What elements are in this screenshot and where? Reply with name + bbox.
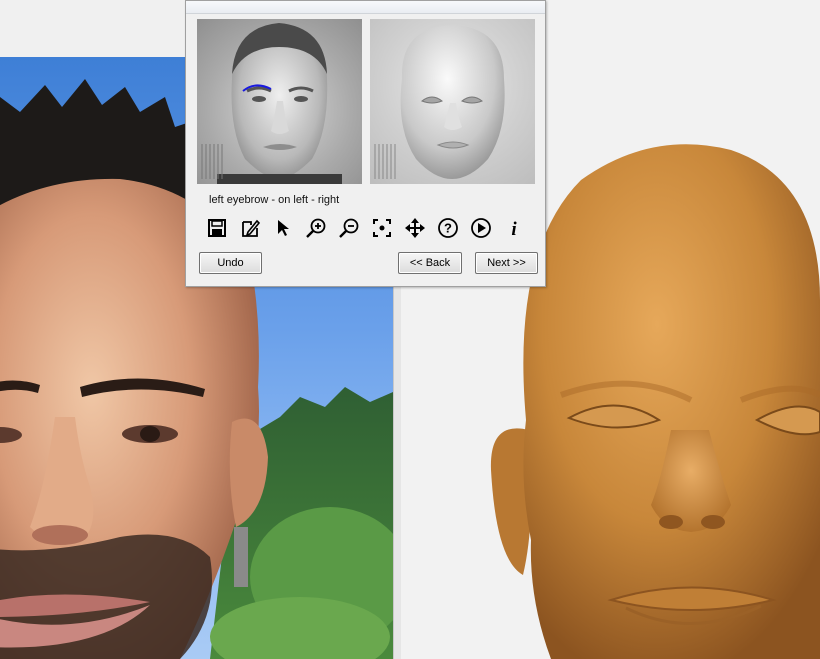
reference-model-thumbnail [370,19,535,184]
move-icon [405,218,425,238]
tool-toolbar: ? i [203,215,533,241]
feature-point-dialog: left eyebrow - on left - right ? i Undo … [185,0,546,287]
svg-text:?: ? [444,221,452,236]
help-icon: ? [438,218,458,238]
save-tool-button[interactable] [203,215,231,241]
info-tool-button[interactable]: i [500,215,528,241]
edit-document-icon [242,219,260,237]
back-button[interactable]: << Back [398,252,462,274]
save-icon [208,219,226,237]
instruction-label: left eyebrow - on left - right [209,194,340,206]
fit-view-tool-button[interactable] [368,215,396,241]
help-tool-button[interactable]: ? [434,215,462,241]
play-icon [471,218,491,238]
pointer-icon [278,220,289,236]
zoom-in-icon [306,218,326,238]
zoom-out-icon [339,218,359,238]
fit-view-icon [373,219,391,237]
svg-text:i: i [511,219,517,238]
info-icon: i [511,219,517,238]
reference-face-image [201,23,342,184]
zoom-out-tool-button[interactable] [335,215,363,241]
zoom-in-tool-button[interactable] [302,215,330,241]
undo-button[interactable]: Undo [199,252,262,274]
reference-model-image [374,25,505,179]
move-tool-button[interactable] [401,215,429,241]
edit-document-tool-button[interactable] [236,215,264,241]
reference-photo-thumbnail [197,19,362,184]
next-button[interactable]: Next >> [475,252,538,274]
pointer-tool-button[interactable] [269,215,297,241]
play-tool-button[interactable] [467,215,495,241]
dialog-title-bar[interactable] [186,1,545,14]
